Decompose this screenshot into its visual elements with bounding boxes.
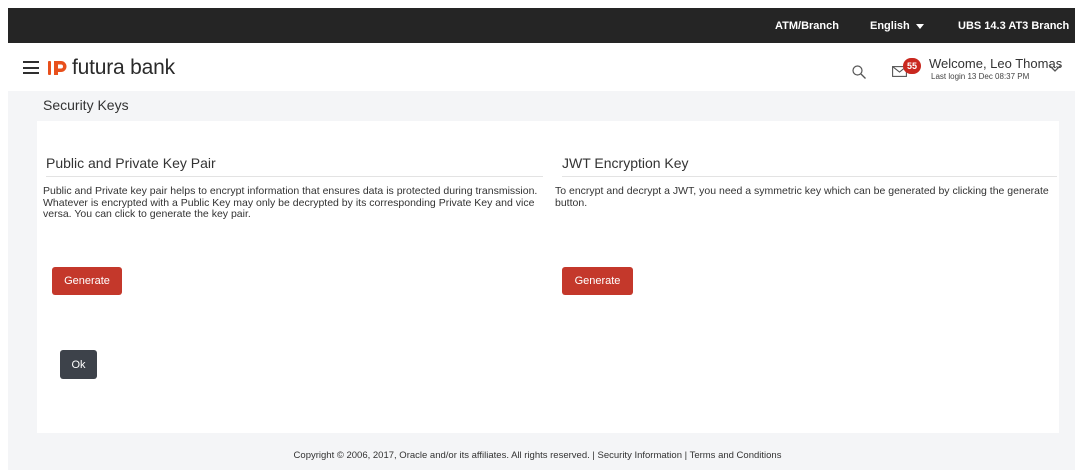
section-description: To encrypt and decrypt a JWT, you need a… — [555, 185, 1049, 209]
branch-label: UBS 14.3 AT3 Branch — [958, 20, 1070, 32]
chevron-down-icon — [915, 23, 924, 29]
terms-and-conditions-link[interactable]: Terms and Conditions — [690, 450, 782, 461]
footer-separator: | — [592, 450, 595, 461]
generate-jwt-key-button[interactable]: Generate — [562, 267, 633, 295]
section-title: Public and Private Key Pair — [46, 155, 216, 171]
section-title: JWT Encryption Key — [562, 155, 689, 171]
generate-key-pair-button[interactable]: Generate — [52, 267, 122, 295]
header: futura bank 55 Welcome, Leo Thomas Last … — [8, 43, 1075, 91]
divider — [562, 176, 1057, 177]
security-keys-card: Public and Private Key Pair Public and P… — [37, 121, 1059, 433]
security-information-link[interactable]: Security Information — [598, 450, 682, 461]
welcome-text[interactable]: Welcome, Leo Thomas — [929, 56, 1062, 71]
last-login-text: Last login 13 Dec 08:37 PM — [931, 72, 1030, 81]
language-label: English — [870, 20, 910, 32]
copyright-text: Copyright © 2006, 2017, Oracle and/or it… — [293, 450, 590, 461]
logo[interactable]: futura bank — [48, 56, 175, 79]
atm-branch-link[interactable]: ATM/Branch — [775, 20, 839, 32]
section-description: Public and Private key pair helps to enc… — [43, 185, 538, 220]
logo-text: futura bank — [72, 56, 175, 79]
notification-badge[interactable]: 55 — [903, 58, 921, 74]
ok-button[interactable]: Ok — [60, 350, 97, 379]
language-selector[interactable]: English — [870, 20, 924, 32]
page-title: Security Keys — [43, 97, 129, 113]
footer-separator: | — [684, 450, 688, 461]
hamburger-icon[interactable] — [23, 61, 39, 74]
branch-selector[interactable]: UBS 14.3 AT3 Branch — [958, 20, 1075, 32]
search-icon[interactable] — [852, 65, 866, 79]
app-frame: ATM/Branch English UBS 14.3 AT3 Branch f… — [8, 8, 1075, 470]
top-bar: ATM/Branch English UBS 14.3 AT3 Branch — [8, 8, 1075, 43]
divider — [46, 176, 543, 177]
bank-logo-icon — [48, 61, 67, 75]
chevron-down-icon[interactable] — [1048, 63, 1062, 73]
footer: Copyright © 2006, 2017, Oracle and/or it… — [0, 450, 1075, 461]
